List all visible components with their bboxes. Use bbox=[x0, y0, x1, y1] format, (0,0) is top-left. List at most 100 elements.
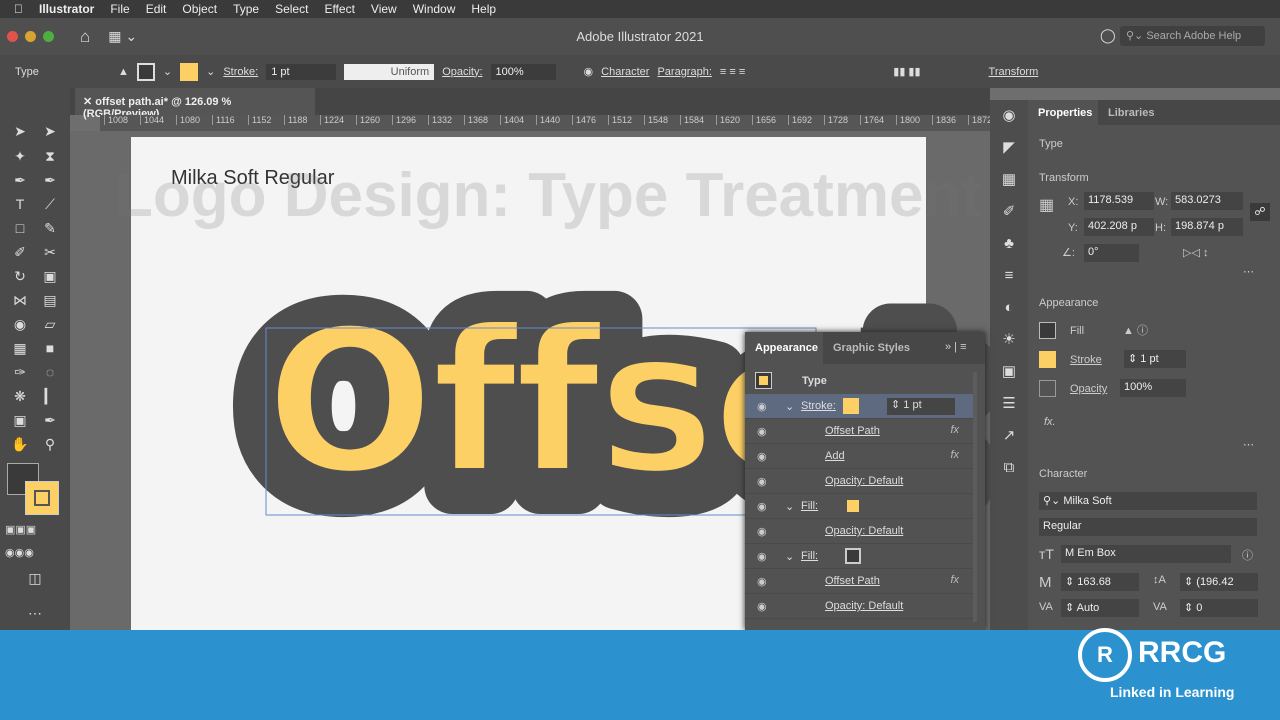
magic-wand-icon[interactable]: ✦ bbox=[10, 146, 30, 166]
align-objects-icons[interactable]: ▮▮ ▮▮ bbox=[893, 65, 920, 78]
home-icon[interactable]: ⌂ bbox=[80, 27, 90, 47]
shape-builder-icon[interactable]: ◉ bbox=[10, 314, 30, 334]
swatches-icon[interactable]: ▦ bbox=[990, 164, 1028, 196]
free-transform-icon[interactable]: ▤ bbox=[40, 290, 60, 310]
expand-chevron-icon[interactable]: ⌄ bbox=[785, 550, 794, 563]
appearance-row-label[interactable]: Opacity: Default bbox=[825, 525, 903, 537]
opacity-field[interactable]: 100% bbox=[490, 63, 556, 80]
stroke-profile-select[interactable]: Uniform bbox=[344, 63, 435, 80]
artboard-tool-icon[interactable]: ▣ bbox=[10, 410, 30, 430]
menu-app[interactable]: Illustrator bbox=[39, 2, 94, 16]
h-field[interactable]: 198.874 p bbox=[1171, 218, 1243, 236]
appearance-row-label[interactable]: Opacity: Default bbox=[825, 600, 903, 612]
opacity-label[interactable]: Opacity: bbox=[442, 66, 482, 78]
menu-effect[interactable]: Effect bbox=[324, 2, 354, 16]
appearance-row[interactable]: ◉ Opacity: Default bbox=[745, 469, 975, 494]
brushes-icon[interactable]: ✐ bbox=[990, 196, 1028, 228]
lasso-icon[interactable]: ⧗ bbox=[40, 146, 60, 166]
visibility-eye-icon[interactable]: ◉ bbox=[757, 575, 767, 588]
scale-icon[interactable]: ▣ bbox=[40, 266, 60, 286]
pen-tool-icon[interactable]: ✒ bbox=[10, 170, 30, 190]
visibility-eye-icon[interactable]: ◉ bbox=[757, 600, 767, 613]
menu-view[interactable]: View bbox=[371, 2, 397, 16]
more-options-icon[interactable]: ⋯ bbox=[1243, 438, 1254, 451]
mesh-icon[interactable]: ▦ bbox=[10, 338, 30, 358]
appearance-row[interactable]: ◉ Offset Path fx bbox=[745, 419, 975, 444]
type-tool-icon[interactable]: T bbox=[10, 194, 30, 214]
fill-swatch[interactable] bbox=[136, 62, 155, 81]
appearance-row[interactable]: ◉ ⌄ Fill: bbox=[745, 494, 975, 519]
stroke-swatch[interactable] bbox=[180, 62, 199, 81]
rectangle-tool-icon[interactable]: □ bbox=[10, 218, 30, 238]
appearance-row-label[interactable]: Fill: bbox=[801, 500, 818, 512]
line-tool-icon[interactable]: ⟋ bbox=[40, 194, 60, 214]
menu-select[interactable]: Select bbox=[275, 2, 308, 16]
draw-mode-icons[interactable]: ◉◉◉ bbox=[5, 543, 34, 563]
recolor-icon[interactable]: ◉ bbox=[584, 65, 594, 78]
stroke-label-props[interactable]: Stroke bbox=[1070, 354, 1102, 366]
x-field[interactable]: 1178.539 bbox=[1084, 192, 1154, 210]
lightbulb-icon[interactable]: ◯ bbox=[1100, 27, 1116, 44]
more-tools-icon[interactable]: ⋯ bbox=[25, 603, 45, 623]
visibility-eye-icon[interactable]: ◉ bbox=[757, 525, 767, 538]
appearance-row[interactable]: ◉ ⌄ Fill: bbox=[745, 544, 975, 569]
fill-swatch-props[interactable] bbox=[1039, 322, 1056, 339]
blend-icon[interactable]: ◌ bbox=[40, 362, 60, 382]
color-mode-icons[interactable]: ▣▣▣ bbox=[5, 520, 36, 540]
color-panel-icon[interactable]: ◉ bbox=[990, 100, 1028, 132]
leading-field[interactable]: ⇕ (196.42 bbox=[1180, 573, 1258, 591]
more-options-icon[interactable]: ⋯ bbox=[1243, 265, 1254, 278]
appearance-row-label[interactable]: Offset Path bbox=[825, 575, 880, 587]
horizontal-ruler[interactable]: 1008 1044 1080 1116 1152 1188 1224 1260 1296 1332… bbox=[100, 115, 990, 131]
export-icon[interactable]: ↗ bbox=[990, 420, 1028, 452]
menu-type[interactable]: Type bbox=[233, 2, 259, 16]
expand-chevron-icon[interactable]: ⌄ bbox=[785, 400, 794, 413]
kerning-field[interactable]: ⇕ Auto bbox=[1061, 599, 1139, 617]
transparency-icon[interactable]: ◐ bbox=[990, 292, 1028, 324]
visibility-eye-icon[interactable]: ◉ bbox=[757, 425, 767, 438]
symbols-icon[interactable]: ♣ bbox=[990, 228, 1028, 260]
eyedropper-icon[interactable]: ✑ bbox=[10, 362, 30, 382]
perspective-icon[interactable]: ▱ bbox=[40, 314, 60, 334]
screen-mode-icon[interactable]: ◫ bbox=[25, 568, 45, 588]
close-button[interactable] bbox=[7, 31, 18, 42]
menu-object[interactable]: Object bbox=[182, 2, 217, 16]
visibility-eye-icon[interactable]: ◉ bbox=[757, 475, 767, 488]
fx-icon[interactable]: fx bbox=[950, 449, 959, 461]
appearance-row-label[interactable]: Opacity: Default bbox=[825, 475, 903, 487]
document-tab[interactable]: ✕ offset path.ai* @ 126.09 % (RGB/Previe… bbox=[75, 88, 315, 120]
artboards-icon[interactable]: ⧉ bbox=[990, 452, 1028, 484]
stroke-swatch-props[interactable] bbox=[1039, 351, 1056, 368]
character-link[interactable]: Character bbox=[601, 66, 649, 78]
appearance-row-label[interactable]: Fill: bbox=[801, 550, 818, 562]
stroke-color-box[interactable] bbox=[25, 481, 59, 515]
visibility-eye-icon[interactable]: ◉ bbox=[757, 400, 767, 413]
layers-icon[interactable]: ☰ bbox=[990, 388, 1028, 420]
tab-graphic-styles[interactable]: Graphic Styles bbox=[833, 342, 910, 354]
slice-icon[interactable]: ✒ bbox=[40, 410, 60, 430]
gradient-icon[interactable]: ■ bbox=[40, 338, 60, 358]
menu-file[interactable]: File bbox=[110, 2, 129, 16]
appearance-row-label[interactable]: Offset Path bbox=[825, 425, 880, 437]
align-icons[interactable]: ≡ ≡ ≡ bbox=[720, 66, 745, 78]
rotate-icon[interactable]: ↻ bbox=[10, 266, 30, 286]
appearance-row[interactable]: ◉ ⌄ Stroke: ⇕ 1 pt bbox=[745, 394, 975, 419]
appearance-row[interactable]: ◉ Add fx bbox=[745, 444, 975, 469]
w-field[interactable]: 583.0273 bbox=[1171, 192, 1243, 210]
appearance-row[interactable]: ◉ Opacity: Default bbox=[745, 594, 975, 619]
minimize-button[interactable] bbox=[25, 31, 36, 42]
scrollbar[interactable] bbox=[973, 372, 977, 622]
graph-tool-icon[interactable]: ▎ bbox=[40, 386, 60, 406]
fx-icon[interactable]: fx bbox=[950, 424, 959, 436]
close-tab-icon[interactable]: ✕ bbox=[83, 96, 92, 108]
fill-swatch-yellow[interactable] bbox=[847, 500, 859, 512]
opacity-field-props[interactable]: 100% bbox=[1120, 379, 1186, 397]
reference-point-icon[interactable]: ▦ bbox=[1039, 195, 1054, 215]
zoom-tool-icon[interactable]: ⚲ bbox=[40, 434, 60, 454]
color-guide-icon[interactable]: ◤ bbox=[990, 132, 1028, 164]
stroke-label[interactable]: Stroke: bbox=[223, 66, 258, 78]
zoom-button[interactable] bbox=[43, 31, 54, 42]
tab-libraries[interactable]: Libraries bbox=[1108, 107, 1154, 119]
direct-selection-icon[interactable]: ➤ bbox=[40, 121, 60, 141]
curvature-icon[interactable]: ✒ bbox=[40, 170, 60, 190]
